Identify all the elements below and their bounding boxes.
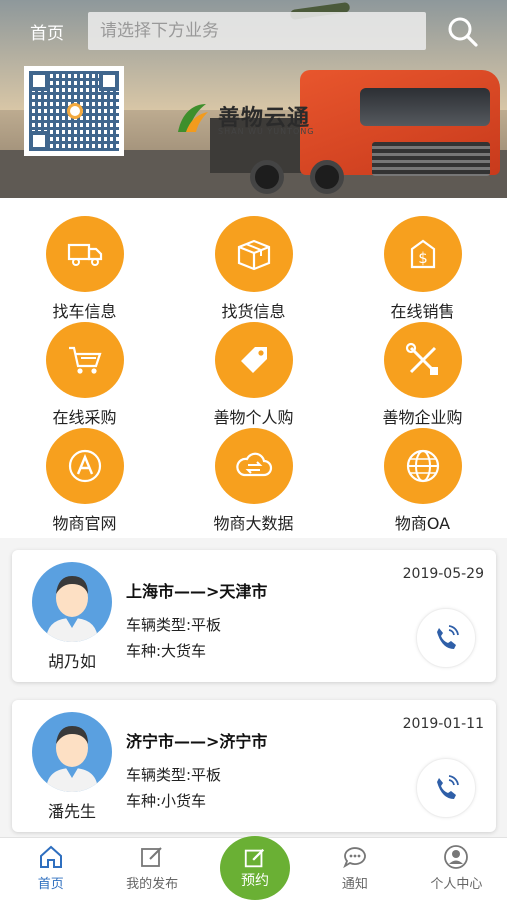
service-online-sales[interactable]: $ 在线销售 — [338, 216, 507, 322]
service-personal-purchase[interactable]: 善物个人购 — [169, 322, 338, 428]
poster-name: 胡乃如 — [47, 652, 96, 671]
nav-my-posts-label: 我的发布 — [126, 877, 179, 892]
money-bag-icon: $ — [410, 239, 435, 269]
post-date: 2019-01-11 — [402, 716, 484, 732]
phone-icon — [437, 625, 459, 649]
service-big-data[interactable]: 物商大数据 — [169, 428, 338, 534]
package-icon — [237, 239, 270, 271]
user-icon — [444, 845, 469, 869]
call-button[interactable] — [416, 608, 476, 668]
poster-name: 潘先生 — [47, 802, 96, 821]
chat-bubble-icon — [343, 847, 366, 869]
vehicle-type: 车辆类型:平板 — [126, 616, 222, 634]
search-input[interactable] — [100, 21, 414, 41]
vehicle-type: 车辆类型:平板 — [126, 766, 222, 784]
cart-icon — [68, 346, 102, 374]
service-label: 物商大数据 — [213, 514, 294, 533]
svg-text:$: $ — [418, 249, 428, 267]
call-button[interactable] — [416, 758, 476, 818]
cloud-sync-icon — [235, 452, 272, 477]
brand-name-en: SHAN WU YUNTONG — [218, 127, 315, 136]
vehicle-kind: 车种:大货车 — [126, 642, 207, 660]
listing-card[interactable]: 胡乃如 上海市——>天津市 2019-05-29 车辆类型:平板 车种:大货车 — [12, 550, 496, 682]
nav-my-posts[interactable]: 我的发布 — [101, 838, 202, 900]
search-icon[interactable] — [446, 15, 480, 49]
avatar — [32, 712, 112, 792]
phone-icon — [437, 775, 459, 799]
truck-window-graphic — [360, 88, 490, 126]
wheel-graphic — [250, 160, 284, 194]
service-label: 在线销售 — [390, 302, 455, 321]
avatar — [32, 562, 112, 642]
truck-grille-graphic — [372, 142, 490, 176]
nav-notifications[interactable]: 通知 — [304, 838, 405, 900]
service-label: 物商OA — [394, 514, 451, 533]
service-find-truck[interactable]: 找车信息 — [0, 216, 169, 322]
tag-icon — [240, 347, 267, 373]
service-enterprise-purchase[interactable]: 善物企业购 — [338, 322, 507, 428]
service-label: 善物企业购 — [382, 408, 463, 427]
tools-icon — [405, 342, 438, 375]
service-label: 找货信息 — [221, 302, 286, 321]
booking-button[interactable]: 预约 — [220, 836, 290, 900]
service-online-purchase[interactable]: 在线采购 — [0, 322, 169, 428]
vehicle-kind: 车种:小货车 — [126, 792, 207, 810]
service-find-cargo[interactable]: 找货信息 — [169, 216, 338, 322]
header-home-link[interactable]: 首页 — [30, 19, 64, 44]
service-label: 在线采购 — [52, 408, 117, 427]
route: 上海市——>天津市 — [126, 582, 268, 601]
nav-booking-label: 预约 — [241, 873, 269, 889]
brand-logo-icon — [178, 104, 208, 132]
service-label: 找车信息 — [52, 302, 117, 321]
service-grid: 找车信息 找货信息 $ 在线销售 在线采购 善物个人购 善物企业购 物商官网 物… — [0, 198, 507, 538]
nav-home-label: 首页 — [37, 877, 64, 892]
nav-home[interactable]: 首页 — [0, 838, 101, 900]
listing-card[interactable]: 潘先生 济宁市——>济宁市 2019-01-11 车辆类型:平板 车种:小货车 — [12, 700, 496, 832]
edit-icon — [244, 848, 265, 868]
service-label: 善物个人购 — [213, 408, 294, 427]
edit-icon — [141, 847, 162, 867]
home-icon — [39, 845, 62, 868]
service-oa[interactable]: 物商OA — [338, 428, 507, 534]
truck-icon — [67, 243, 102, 266]
qr-code — [24, 66, 124, 156]
nav-profile-label: 个人中心 — [430, 877, 483, 892]
wheel-graphic — [310, 160, 344, 194]
service-official-site[interactable]: 物商官网 — [0, 428, 169, 534]
letter-a-icon — [68, 449, 101, 483]
nav-notifications-label: 通知 — [341, 877, 368, 892]
service-label: 物商官网 — [52, 514, 117, 533]
nav-booking[interactable]: 预约 — [220, 836, 290, 900]
search-box[interactable] — [88, 12, 426, 50]
post-date: 2019-05-29 — [402, 566, 484, 582]
globe-icon — [406, 449, 439, 483]
route: 济宁市——>济宁市 — [126, 732, 268, 751]
nav-profile[interactable]: 个人中心 — [406, 838, 507, 900]
